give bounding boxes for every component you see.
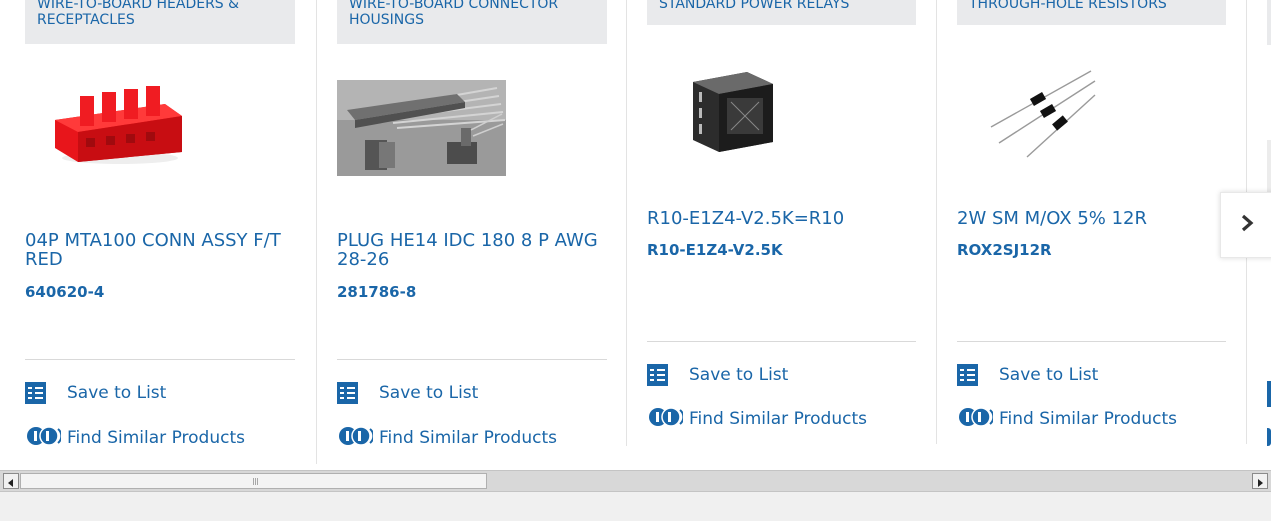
- list-icon: [337, 382, 358, 404]
- category-label[interactable]: STANDARD POWER RELAYS: [647, 0, 916, 25]
- product-name-link[interactable]: PLUG HE14 IDC 180 8 P AWG 28-26: [337, 231, 607, 269]
- card-separator: [316, 0, 317, 464]
- product-image-partial: [1267, 140, 1271, 200]
- gear-icon: [1267, 428, 1271, 446]
- find-similar-button[interactable]: Find Similar Products: [337, 425, 557, 452]
- find-similar-label: Find Similar Products: [999, 409, 1177, 429]
- category-label[interactable]: WIRE-TO-BOARD CONNECTOR HOUSINGS: [337, 0, 607, 44]
- save-to-list-label: Save to List: [379, 383, 479, 403]
- relay-image[interactable]: [687, 62, 779, 154]
- list-icon: [647, 364, 668, 386]
- category-label-partial: [1267, 0, 1271, 45]
- resistor-image[interactable]: [987, 65, 1097, 160]
- save-to-list-label: Save to List: [67, 383, 167, 403]
- list-icon: [1267, 381, 1271, 407]
- gear-icon: [25, 425, 63, 452]
- chevron-right-icon: [1240, 213, 1256, 237]
- horizontal-scrollbar[interactable]: [0, 470, 1271, 492]
- list-icon: [957, 364, 978, 386]
- save-to-list-button[interactable]: Save to List: [25, 381, 166, 405]
- scroll-thumb[interactable]: [20, 473, 487, 489]
- find-similar-label: Find Similar Products: [689, 409, 867, 429]
- part-number-link[interactable]: 640620-4: [25, 283, 104, 301]
- category-label[interactable]: THROUGH-HOLE RESISTORS: [957, 0, 1226, 25]
- scroll-right-button[interactable]: [1252, 473, 1268, 489]
- part-number-link[interactable]: R10-E1Z4-V2.5K: [647, 241, 783, 259]
- product-name-link[interactable]: 2W SM M/OX 5% 12R: [957, 209, 1227, 228]
- card-separator: [626, 0, 627, 446]
- save-to-list-button[interactable]: Save to List: [647, 363, 788, 387]
- product-card: WIRE-TO-BOARD CONNECTOR HOUSINGS PLUG HE…: [337, 0, 627, 470]
- idc-plug-image[interactable]: [337, 80, 506, 176]
- gear-icon: [647, 406, 685, 433]
- find-similar-button[interactable]: Find Similar Products: [957, 406, 1177, 433]
- red-connector-image[interactable]: [50, 82, 185, 167]
- arrow-right-icon: [1256, 472, 1264, 491]
- find-similar-button[interactable]: Find Similar Products: [25, 425, 245, 452]
- save-to-list-label: Save to List: [999, 365, 1099, 385]
- product-card: WIRE-TO-BOARD HEADERS & RECEPTACLES 04P …: [25, 0, 315, 470]
- part-number-link[interactable]: 281786-8: [337, 283, 416, 301]
- card-divider: [337, 359, 607, 360]
- gear-icon: [957, 406, 995, 433]
- gear-icon: [337, 425, 375, 452]
- part-number-link[interactable]: ROX2SJ12R: [957, 241, 1052, 259]
- page-background: [0, 492, 1271, 521]
- find-similar-button[interactable]: Find Similar Products: [647, 406, 867, 433]
- product-carousel: WIRE-TO-BOARD HEADERS & RECEPTACLES 04P …: [0, 0, 1271, 470]
- carousel-next-button[interactable]: [1220, 192, 1271, 258]
- arrow-left-icon: [7, 472, 15, 491]
- card-divider: [25, 359, 295, 360]
- save-to-list-label: Save to List: [689, 365, 789, 385]
- product-name-link[interactable]: 04P MTA100 CONN ASSY F/T RED: [25, 231, 295, 269]
- scroll-left-button[interactable]: [3, 473, 19, 489]
- product-card: STANDARD POWER RELAYS R10-E1Z4-V2.5K=R10…: [647, 0, 937, 470]
- product-card: THROUGH-HOLE RESISTORS 2W SM M/OX 5% 12R…: [957, 0, 1247, 470]
- card-divider: [957, 341, 1226, 342]
- grip-icon: [253, 478, 259, 485]
- product-name-link[interactable]: R10-E1Z4-V2.5K=R10: [647, 209, 917, 228]
- save-to-list-button[interactable]: Save to List: [337, 381, 478, 405]
- find-similar-label: Find Similar Products: [379, 428, 557, 448]
- find-similar-label: Find Similar Products: [67, 428, 245, 448]
- save-to-list-button[interactable]: Save to List: [957, 363, 1098, 387]
- card-divider: [647, 341, 916, 342]
- card-separator: [936, 0, 937, 444]
- category-label[interactable]: WIRE-TO-BOARD HEADERS & RECEPTACLES: [25, 0, 295, 44]
- list-icon: [25, 382, 46, 404]
